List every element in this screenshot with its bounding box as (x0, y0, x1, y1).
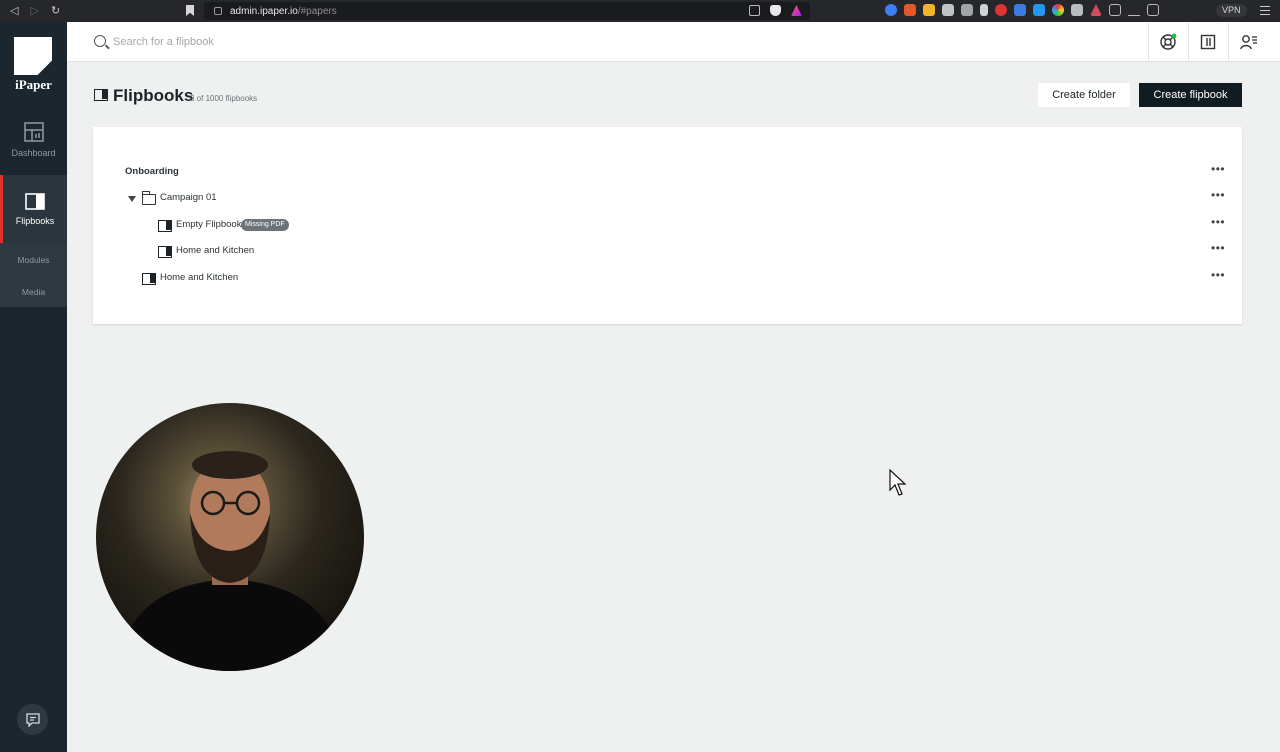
extension-icon[interactable] (1090, 4, 1102, 16)
flipbook-icon (158, 246, 172, 258)
search-icon (94, 35, 106, 47)
divider (1228, 22, 1229, 62)
extension-icon[interactable] (1071, 4, 1083, 16)
puzzle-icon[interactable] (1109, 4, 1121, 16)
browser-menu-icon[interactable] (1260, 6, 1270, 15)
chat-support-button[interactable] (17, 704, 48, 735)
more-options-button[interactable]: ••• (1211, 189, 1225, 205)
address-bar-actions (749, 5, 802, 16)
flipbook-icon (142, 273, 156, 285)
bookmark-icon[interactable] (186, 5, 194, 16)
search-input[interactable] (113, 34, 613, 50)
brave-shield-icon[interactable] (770, 5, 781, 16)
sidebar-item-dashboard[interactable]: Dashboard (0, 122, 67, 158)
divider (1148, 22, 1149, 62)
top-bar (67, 22, 1280, 62)
extension-icon[interactable] (1033, 4, 1045, 16)
flipbook-count: 3 of 1000 flipbooks (190, 94, 258, 103)
extensions-bar (885, 4, 1159, 16)
folder-name: Campaign 01 (160, 192, 217, 203)
presenter-video (116, 451, 344, 671)
sidebar: iPaper Dashboard Flipbooks Modules Media (0, 22, 67, 752)
tree-row-flipbook[interactable]: Home and Kitchen ••• (93, 269, 1242, 289)
tree-row-flipbook[interactable]: Home and Kitchen ••• (93, 242, 1242, 262)
wallet-icon[interactable] (1147, 4, 1159, 16)
user-settings-button[interactable] (1239, 32, 1259, 52)
vpn-button[interactable]: VPN (1216, 4, 1247, 17)
extension-icon[interactable] (904, 4, 916, 16)
more-options-button[interactable]: ••• (1211, 216, 1225, 232)
collapse-icon[interactable] (128, 196, 136, 202)
extension-icon[interactable] (995, 4, 1007, 16)
flipbook-icon (94, 89, 108, 101)
divider (1188, 22, 1189, 62)
sidebar-item-modules[interactable]: Modules (0, 255, 67, 265)
reload-icon[interactable]: ↻ (51, 5, 60, 17)
flipbook-name[interactable]: Home and Kitchen (176, 245, 254, 256)
sidebar-item-label: Flipbooks (15, 216, 55, 226)
mouse-cursor (889, 469, 907, 496)
browser-toolbar: ◁ ▷ ↻ admin.ipaper.io/#papers VPN (0, 0, 1280, 22)
vpn-label: VPN (1222, 5, 1241, 15)
webcam-overlay (96, 403, 364, 671)
create-flipbook-button[interactable]: Create flipbook (1139, 83, 1242, 107)
more-options-button[interactable]: ••• (1211, 269, 1225, 285)
columns-icon (1200, 34, 1216, 50)
logo-text: iPaper (15, 77, 52, 92)
url-path: /#papers (297, 5, 337, 17)
page-title: Flipbooks (113, 86, 194, 105)
folder-icon (141, 191, 156, 205)
folder-name: Onboarding (125, 166, 179, 177)
extension-icon[interactable] (923, 4, 935, 16)
tree-row-folder[interactable]: Campaign 01 ••• (93, 189, 1242, 209)
share-icon[interactable] (749, 5, 760, 16)
create-folder-button[interactable]: Create folder (1038, 83, 1130, 107)
more-options-button[interactable]: ••• (1211, 163, 1225, 179)
extension-icon[interactable] (942, 4, 954, 16)
extension-icon[interactable] (980, 4, 988, 16)
url-host: admin.ipaper.io (230, 5, 298, 17)
ipaper-logo[interactable] (14, 37, 52, 75)
sidebar-item-media[interactable]: Media (0, 287, 67, 297)
dashboard-icon (23, 122, 44, 142)
user-settings-icon (1240, 35, 1257, 50)
extension-icon[interactable] (961, 4, 973, 16)
download-icon[interactable] (1128, 4, 1140, 16)
1password-icon[interactable] (885, 4, 897, 16)
tree-row-root[interactable]: Onboarding ••• (93, 163, 1242, 183)
extension-icon[interactable] (1052, 4, 1064, 16)
tree-row-flipbook[interactable]: Empty Flipbook Missing PDF ••• (93, 216, 1242, 236)
flipbook-name[interactable]: Empty Flipbook (176, 219, 241, 230)
forward-icon[interactable]: ▷ (30, 5, 38, 17)
sidebar-item-flipbooks[interactable]: Flipbooks (0, 175, 67, 243)
support-icon (1160, 33, 1177, 50)
address-bar[interactable]: admin.ipaper.io/#papers (204, 2, 810, 20)
chat-icon (25, 712, 40, 727)
extension-icon[interactable] (1014, 4, 1026, 16)
support-button[interactable] (1158, 32, 1178, 52)
missing-pdf-badge: Missing PDF (241, 219, 289, 231)
brave-rewards-icon[interactable] (791, 5, 802, 16)
flipbook-icon (158, 220, 172, 232)
site-info-icon[interactable] (214, 7, 222, 15)
flipbook-tree: Onboarding ••• Campaign 01 ••• Empty Fli… (93, 127, 1242, 324)
columns-button[interactable] (1198, 32, 1218, 52)
flipbook-icon (25, 193, 45, 210)
more-options-button[interactable]: ••• (1211, 242, 1225, 258)
back-icon[interactable]: ◁ (10, 5, 18, 17)
browser-nav: ◁ ▷ ↻ (0, 5, 180, 17)
flipbook-name[interactable]: Home and Kitchen (160, 272, 238, 283)
sidebar-item-label: Dashboard (11, 148, 56, 158)
